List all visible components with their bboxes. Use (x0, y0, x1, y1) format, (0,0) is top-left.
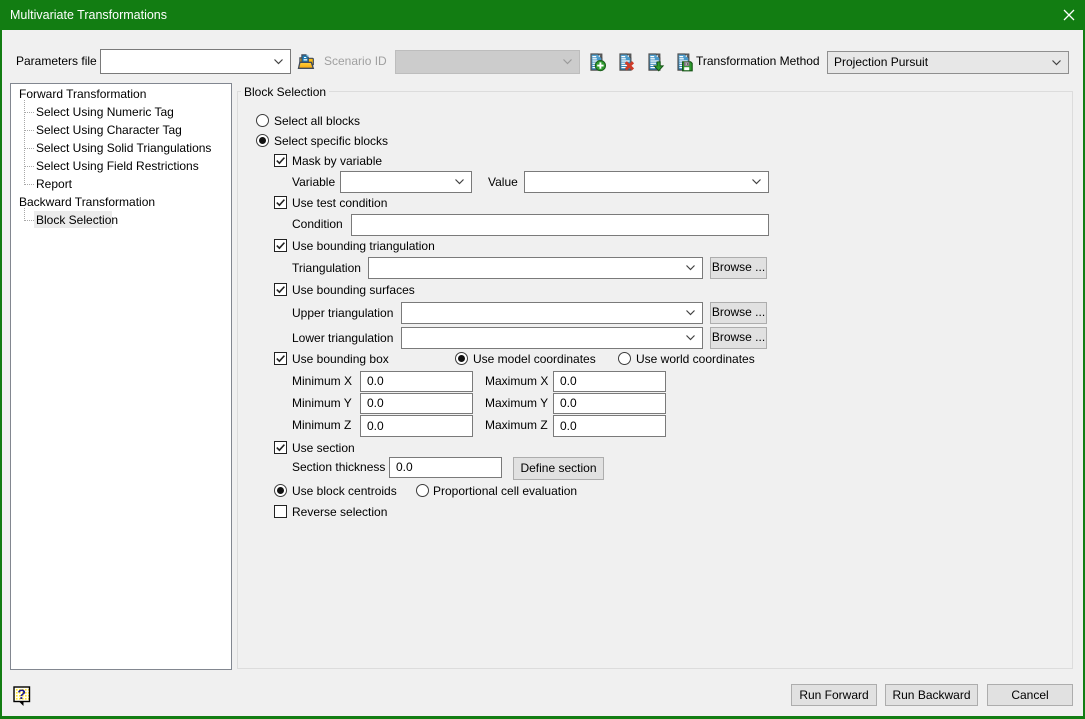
svg-text:?: ? (17, 686, 26, 702)
